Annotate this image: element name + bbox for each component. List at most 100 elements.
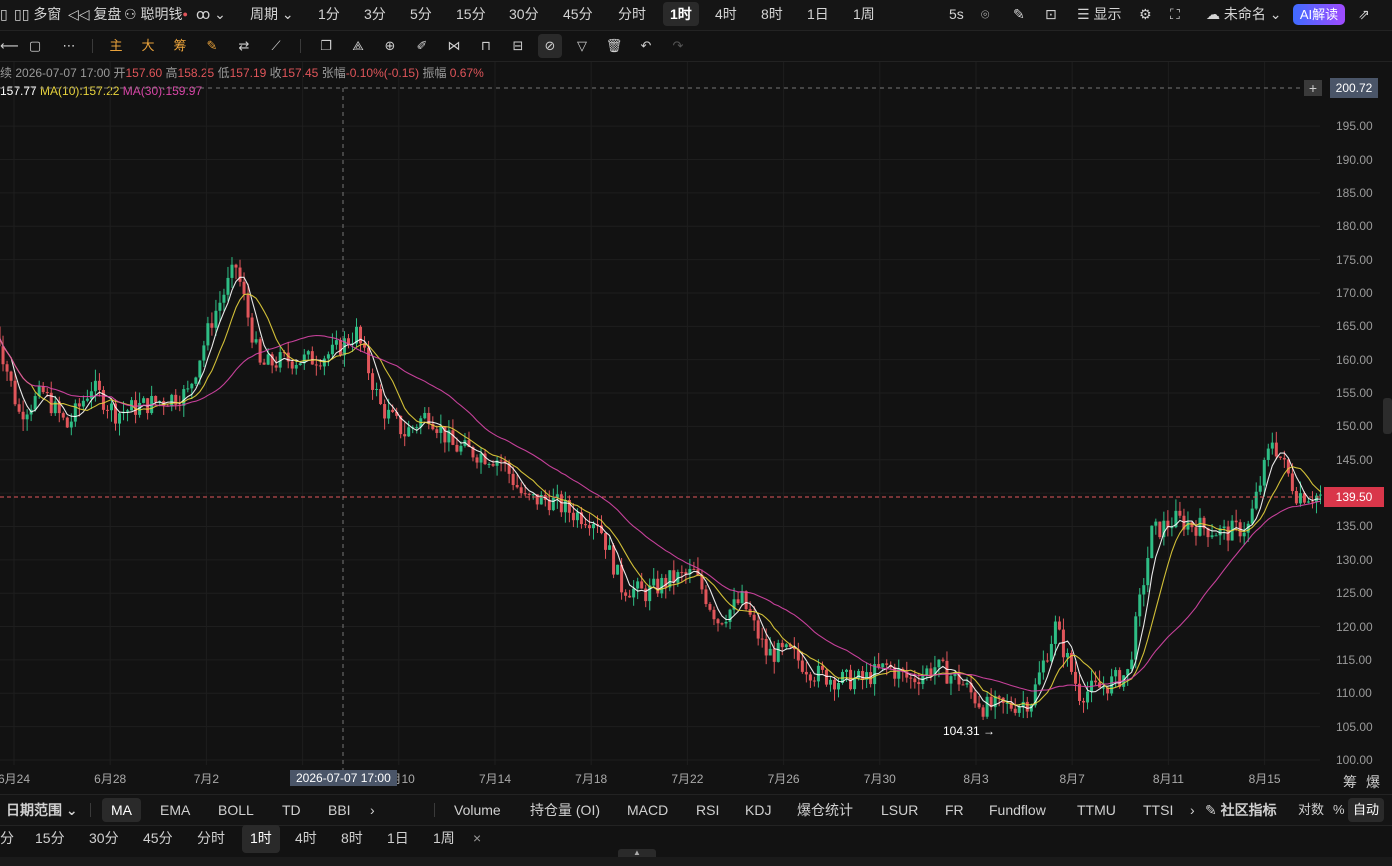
indicator-td[interactable]: TD <box>282 795 301 825</box>
pencil-icon[interactable]: ✎ <box>1013 0 1025 28</box>
auto-scale-toggle[interactable]: 自动 <box>1348 798 1385 822</box>
candle-body <box>660 577 664 594</box>
replay-button[interactable]: ◁◁ 复盘 <box>68 0 121 28</box>
bp-period-1[interactable]: 分 <box>0 825 14 853</box>
trash-icon[interactable]: 🗑 <box>604 31 624 61</box>
fullscreen-icon[interactable]: ⛶ <box>1170 0 1180 28</box>
indicator-boll[interactable]: BOLL <box>218 795 254 825</box>
indicator-ma[interactable]: MA <box>102 798 141 822</box>
brush-icon[interactable]: ✐ <box>412 31 432 61</box>
more-icon[interactable]: ⋯ <box>58 31 80 61</box>
sub-kdj[interactable]: KDJ <box>745 795 771 825</box>
sub-ttmu[interactable]: TTMU <box>1077 795 1116 825</box>
bp-period-7[interactable]: 4时 <box>295 825 317 853</box>
big-order-toggle[interactable]: 大 <box>138 31 158 61</box>
divider <box>300 39 301 53</box>
sub-macd[interactable]: MACD <box>627 795 668 825</box>
smart-money-button[interactable]: ⚇ 聪明钱● <box>124 0 188 28</box>
indicator-icon[interactable]: ꝏ ⌄ <box>196 0 226 28</box>
display-button[interactable]: ☰ 显示 <box>1077 0 1121 28</box>
bp-period-5[interactable]: 分时 <box>197 825 225 853</box>
measure-icon[interactable]: ⟋ <box>266 31 286 61</box>
candle-body <box>816 665 820 682</box>
template-icon[interactable]: ⊟ <box>508 31 528 61</box>
bp-period-10[interactable]: 1周 <box>433 825 455 853</box>
add-window-icon[interactable]: ⊡ <box>1045 0 1057 28</box>
sub-ttsi[interactable]: TTSI <box>1143 795 1173 825</box>
window-icon[interactable]: ▯ <box>0 0 8 28</box>
indicator-bbi[interactable]: BBI <box>328 795 351 825</box>
period-1d[interactable]: 1日 <box>807 0 829 28</box>
bp-period-4[interactable]: 45分 <box>143 825 173 853</box>
community-indicators-button[interactable]: ✎ 社区指标 <box>1205 795 1277 825</box>
hide-drawings-icon[interactable]: ⊘ <box>538 34 562 58</box>
bp-period-8[interactable]: 8时 <box>341 825 363 853</box>
chips-toggle[interactable]: 筹 <box>170 31 190 61</box>
sub-fundflow[interactable]: Fundflow <box>989 795 1046 825</box>
sub-volume[interactable]: Volume <box>454 795 501 825</box>
candle-body <box>820 665 824 670</box>
zoom-in-icon[interactable]: ⊕ <box>380 31 400 61</box>
draw-edit-icon[interactable]: ✎ <box>202 31 222 61</box>
multi-window-button[interactable]: ▯▯ 多窗 <box>14 0 61 28</box>
arrow-left-icon[interactable]: ⟵ <box>0 31 19 61</box>
period-1h[interactable]: 1时 <box>663 2 699 26</box>
period-dropdown[interactable]: 周期 ⌄ <box>250 0 294 28</box>
date-range-dropdown[interactable]: 日期范围 ⌄ <box>6 795 78 825</box>
chevron-right-icon[interactable]: › <box>370 795 375 825</box>
compare-icon[interactable]: ⇄ <box>234 31 254 61</box>
filter-icon[interactable]: ▽ <box>572 31 592 61</box>
chevron-right-icon[interactable]: › <box>1190 795 1195 825</box>
sub-oi[interactable]: 持仓量 (OI) <box>530 795 600 825</box>
price-chart[interactable] <box>0 62 1392 792</box>
price-tick: 155.00 <box>1336 386 1373 401</box>
percent-scale-toggle[interactable]: % <box>1333 795 1345 825</box>
period-45m[interactable]: 45分 <box>563 0 593 28</box>
price-tick: 135.00 <box>1336 519 1373 534</box>
ruler-icon[interactable]: ⟁ <box>348 31 368 61</box>
period-30m[interactable]: 30分 <box>509 0 539 28</box>
sub-rsi[interactable]: RSI <box>696 795 719 825</box>
indicator-ema[interactable]: EMA <box>160 795 190 825</box>
collapse-handle-icon[interactable]: ▲ <box>618 849 656 857</box>
ma30-line <box>0 334 1321 692</box>
copy-icon[interactable]: ❐ <box>316 31 336 61</box>
period-5m[interactable]: 5分 <box>410 0 432 28</box>
right-panel-handle[interactable] <box>1383 398 1392 434</box>
bp-period-6[interactable]: 1时 <box>242 825 280 853</box>
add-alert-icon[interactable]: + <box>1304 80 1322 96</box>
bp-period-9[interactable]: 1日 <box>387 825 409 853</box>
liquidation-axis-label[interactable]: 爆 <box>1366 772 1380 792</box>
candle-body <box>371 373 375 390</box>
main-chart-toggle[interactable]: 主 <box>106 31 126 61</box>
bp-period-3[interactable]: 30分 <box>89 825 119 853</box>
chips-axis-label[interactable]: 筹 <box>1343 772 1357 792</box>
sub-liquidation[interactable]: 爆仓统计 <box>797 795 853 825</box>
settings-icon[interactable]: ⚙ <box>1139 0 1152 28</box>
top-bar: ▯ ▯▯ 多窗 ◁◁ 复盘 ⚇ 聪明钱● ꝏ ⌄ 周期 ⌄ 1分 3分 5分 1… <box>0 0 1392 31</box>
bp-period-2[interactable]: 15分 <box>35 825 65 853</box>
divider <box>434 803 435 817</box>
log-scale-toggle[interactable]: 对数 <box>1298 795 1324 825</box>
period-1m[interactable]: 1分 <box>318 0 340 28</box>
close-icon[interactable]: × <box>473 825 481 853</box>
sub-lsur[interactable]: LSUR <box>881 795 918 825</box>
period-3m[interactable]: 3分 <box>364 0 386 28</box>
period-timeshare[interactable]: 分时 <box>618 0 646 28</box>
lock-icon[interactable]: ⊓ <box>476 31 496 61</box>
camera-icon[interactable]: ⌾ <box>981 0 989 28</box>
candle-body <box>491 464 495 466</box>
period-4h[interactable]: 4时 <box>715 0 737 28</box>
rectangle-icon[interactable]: ▢ <box>26 31 44 61</box>
period-8h[interactable]: 8时 <box>761 0 783 28</box>
redo-icon[interactable]: ↷ <box>668 31 688 61</box>
ai-analysis-button[interactable]: AI解读 <box>1293 4 1345 25</box>
period-15m[interactable]: 15分 <box>456 0 486 28</box>
sub-fr[interactable]: FR <box>945 795 964 825</box>
magnet-icon[interactable]: ⋈ <box>444 31 464 61</box>
layout-name-dropdown[interactable]: ☁ 未命名 ⌄ <box>1206 0 1282 28</box>
undo-icon[interactable]: ↶ <box>636 31 656 61</box>
period-1w[interactable]: 1周 <box>853 0 875 28</box>
refresh-interval[interactable]: 5s <box>949 0 964 28</box>
share-icon[interactable]: ⇗ <box>1358 0 1370 28</box>
